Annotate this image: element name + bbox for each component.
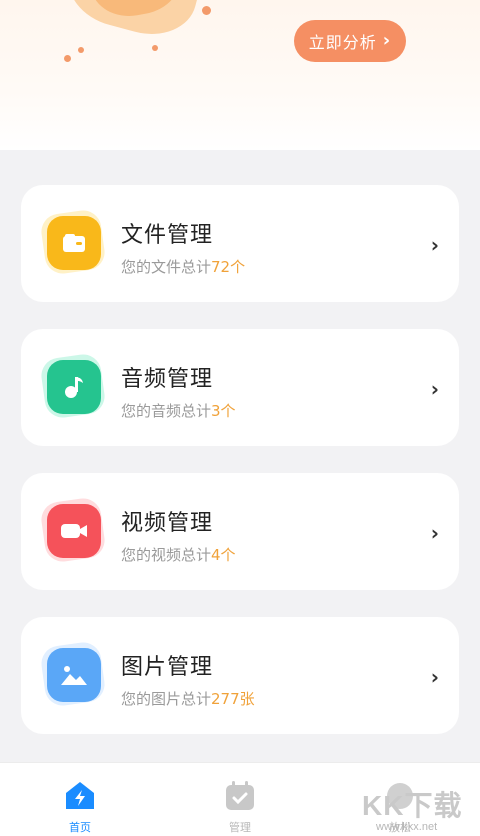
card-count: 277张 xyxy=(211,690,255,708)
decorative-dot xyxy=(64,55,71,62)
watermark-url: www.kkx.net xyxy=(376,821,438,833)
file-management-card[interactable]: 文件管理 您的文件总计72个 › xyxy=(21,185,459,302)
audio-management-card[interactable]: 音频管理 您的音频总计3个 › xyxy=(21,329,459,446)
chevron-right-icon: › xyxy=(382,30,392,51)
analyze-button[interactable]: 立即分析 › xyxy=(294,20,406,62)
chevron-right-icon: › xyxy=(430,377,439,401)
card-subtitle-prefix: 您的音频总计 xyxy=(121,402,212,420)
card-title: 音频管理 xyxy=(121,367,214,392)
card-count: 4个 xyxy=(211,546,236,564)
card-title: 视频管理 xyxy=(121,511,214,536)
tab-manage[interactable]: 管理 xyxy=(180,763,300,836)
chevron-right-icon: › xyxy=(430,665,439,689)
home-lightning-icon xyxy=(63,779,97,813)
decorative-dot xyxy=(202,6,211,15)
watermark-logo: KK下载 xyxy=(362,790,463,821)
decorative-dot xyxy=(78,47,84,53)
chevron-right-icon: › xyxy=(430,233,439,257)
video-camera-icon xyxy=(39,496,107,564)
card-subtitle: 您的文件总计72个 xyxy=(121,256,245,277)
card-count: 3个 xyxy=(211,402,236,420)
decorative-dot xyxy=(152,45,158,51)
hero-banner: 立即分析 › xyxy=(0,0,480,150)
image-icon xyxy=(39,640,107,708)
tab-label: 管理 xyxy=(229,821,251,834)
card-subtitle-prefix: 您的图片总计 xyxy=(121,690,212,708)
folder-icon xyxy=(39,208,107,276)
card-count: 72个 xyxy=(211,258,246,276)
management-list: 文件管理 您的文件总计72个 › 音频管理 您的音频总计3个 › 视频管理 您的… xyxy=(21,185,459,761)
tab-label: 首页 xyxy=(69,821,91,834)
video-management-card[interactable]: 视频管理 您的视频总计4个 › xyxy=(21,473,459,590)
card-subtitle-prefix: 您的文件总计 xyxy=(121,258,212,276)
calendar-check-icon xyxy=(223,779,257,813)
chevron-right-icon: › xyxy=(430,521,439,545)
card-title: 图片管理 xyxy=(121,655,214,680)
card-subtitle: 您的音频总计3个 xyxy=(121,400,236,421)
card-subtitle: 您的图片总计277张 xyxy=(121,688,255,709)
card-subtitle: 您的视频总计4个 xyxy=(121,544,236,565)
card-title: 文件管理 xyxy=(121,223,214,248)
image-management-card[interactable]: 图片管理 您的图片总计277张 › xyxy=(21,617,459,734)
tab-home[interactable]: 首页 xyxy=(20,763,140,836)
music-note-icon xyxy=(39,352,107,420)
analyze-button-label: 立即分析 xyxy=(308,33,377,52)
card-subtitle-prefix: 您的视频总计 xyxy=(121,546,212,564)
